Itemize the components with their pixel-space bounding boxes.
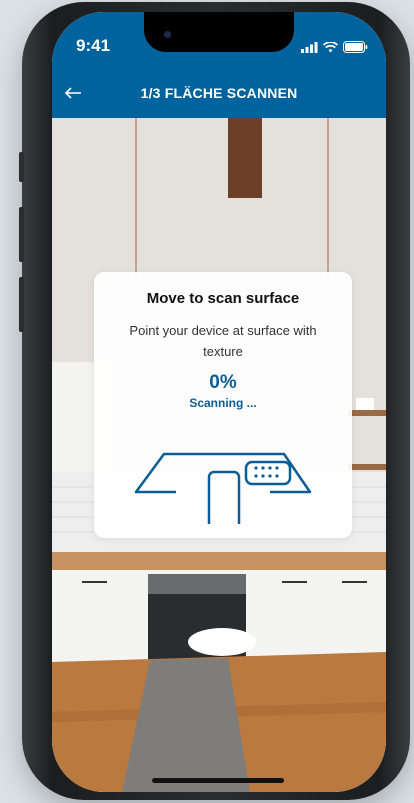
card-title: Move to scan surface bbox=[146, 290, 300, 307]
screen: 9:41 1/3 FLÄCHE SCANNEN Move to scan sur… bbox=[52, 12, 386, 792]
status-icons bbox=[301, 41, 368, 53]
signal-icon bbox=[301, 41, 318, 53]
home-indicator[interactable] bbox=[152, 778, 284, 783]
notch bbox=[144, 12, 294, 52]
mute-switch bbox=[19, 152, 24, 182]
battery-icon bbox=[343, 41, 368, 53]
scan-progress: 0% bbox=[209, 372, 237, 393]
status-time: 9:41 bbox=[76, 36, 111, 55]
volume-up-button bbox=[19, 207, 24, 262]
page-title: 1/3 FLÄCHE SCANNEN bbox=[140, 85, 298, 101]
app-header: 1/3 FLÄCHE SCANNEN bbox=[52, 70, 386, 118]
scan-instruction-card: Move to scan surface Point your device a… bbox=[94, 272, 352, 538]
front-camera bbox=[164, 31, 171, 38]
wifi-icon bbox=[323, 41, 338, 52]
volume-down-button bbox=[19, 277, 24, 332]
phone-scanning-surface-icon bbox=[134, 452, 312, 524]
card-subtitle: Point your device at surface with textur… bbox=[129, 323, 317, 359]
scan-status: Scanning ... bbox=[189, 396, 257, 410]
